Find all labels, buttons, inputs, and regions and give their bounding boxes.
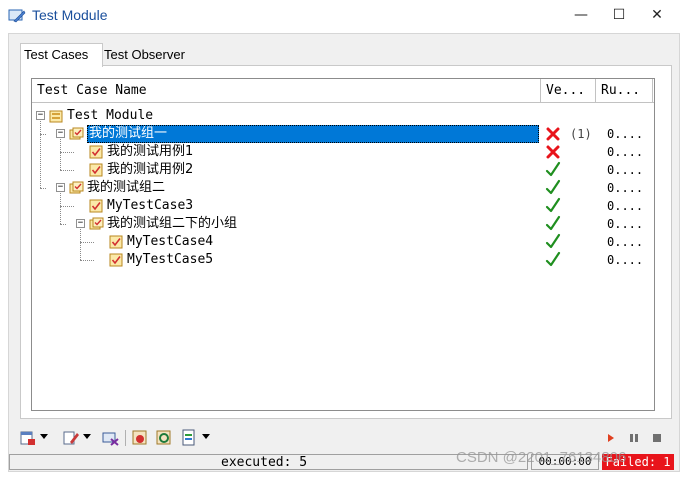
test-case-icon — [109, 235, 123, 249]
runtime-value: 0.... — [607, 127, 644, 141]
app-icon — [8, 9, 26, 23]
tab-test-cases[interactable]: Test Cases — [20, 43, 103, 67]
verdict-pass-icon — [545, 251, 561, 267]
refresh-test-icon[interactable] — [155, 429, 173, 447]
node-name: Test Module — [67, 108, 154, 123]
test-case-icon — [89, 163, 103, 177]
tab-test-observer[interactable]: Test Observer — [101, 45, 199, 65]
report-dropdown-icon[interactable] — [202, 434, 210, 439]
edit-test-icon[interactable] — [62, 429, 80, 447]
test-case-icon — [89, 145, 103, 159]
edit-test-dropdown-icon[interactable] — [83, 434, 91, 439]
window-title: Test Module — [32, 7, 108, 23]
test-case-row[interactable]: MyTestCase5 0.... — [32, 251, 654, 269]
watermark-text: CSDN @2201_76134806 — [456, 449, 627, 466]
node-name: 我的测试组二 — [87, 180, 166, 195]
verdict-fail-icon — [546, 127, 560, 141]
verdict-pass-icon — [545, 179, 561, 195]
play-icon[interactable] — [602, 429, 620, 447]
verdict-pass-icon — [545, 161, 561, 177]
runtime-value: 0.... — [607, 253, 644, 267]
list-header: Test Case Name Ve... Ru... — [32, 79, 654, 103]
report-icon[interactable] — [180, 429, 198, 447]
stop-test-icon[interactable] — [131, 429, 149, 447]
verdict-count: (1) — [570, 127, 592, 141]
test-group-icon — [69, 127, 84, 140]
collapse-toggle-icon[interactable]: − — [56, 183, 65, 192]
node-name: MyTestCase5 — [127, 252, 214, 267]
column-header-runtime[interactable]: Ru... — [596, 79, 653, 102]
test-module-icon — [49, 110, 63, 123]
node-name: MyTestCase3 — [107, 198, 194, 213]
collapse-toggle-icon[interactable]: − — [76, 219, 85, 228]
collapse-toggle-icon[interactable]: − — [56, 129, 65, 138]
test-case-icon — [89, 199, 103, 213]
node-name: 我的测试用例2 — [107, 162, 194, 177]
test-group-row[interactable]: − 我的测试组二 0.... — [32, 179, 654, 197]
run-config-icon[interactable] — [102, 429, 120, 447]
verdict-pass-icon — [545, 197, 561, 213]
verdict-pass-icon — [545, 233, 561, 249]
test-case-icon — [109, 253, 123, 267]
test-case-row[interactable]: 我的测试用例1 0.... — [32, 143, 654, 161]
title-bar: Test Module — ☐ ✕ — [0, 0, 685, 32]
maximize-button[interactable]: ☐ — [602, 0, 636, 30]
test-case-row[interactable]: MyTestCase4 0.... — [32, 233, 654, 251]
node-name: 我的测试组二下的小组 — [107, 216, 238, 231]
status-executed: executed: 5 — [221, 455, 308, 470]
test-case-row[interactable]: 我的测试用例2 0.... — [32, 161, 654, 179]
test-case-row[interactable]: MyTestCase3 0.... — [32, 197, 654, 215]
node-name: 我的测试组一 — [87, 125, 539, 143]
column-header-verdict[interactable]: Ve... — [541, 79, 596, 102]
test-cases-panel: Test Case Name Ve... Ru... − Test Module −… — [20, 65, 672, 419]
verdict-fail-icon — [546, 145, 560, 159]
toolbar — [17, 427, 677, 449]
test-module-row[interactable]: − Test Module — [32, 107, 654, 125]
close-button[interactable]: ✕ — [640, 0, 674, 30]
node-name: MyTestCase4 — [127, 234, 214, 249]
test-group-row[interactable]: − 我的测试组一 (1) 0.... — [32, 125, 654, 143]
column-header-name[interactable]: Test Case Name — [32, 79, 541, 102]
status-executed-box: executed: 5 — [9, 454, 528, 470]
add-test-dropdown-icon[interactable] — [40, 434, 48, 439]
pause-icon[interactable] — [625, 429, 643, 447]
runtime-value: 0.... — [607, 163, 644, 177]
verdict-pass-icon — [545, 215, 561, 231]
runtime-value: 0.... — [607, 145, 644, 159]
node-name: 我的测试用例1 — [107, 144, 194, 159]
test-group-icon — [89, 217, 104, 230]
runtime-value: 0.... — [607, 181, 644, 195]
minimize-button[interactable]: — — [564, 0, 598, 30]
test-group-row[interactable]: − 我的测试组二下的小组 0.... — [32, 215, 654, 233]
add-test-icon[interactable] — [19, 429, 37, 447]
runtime-value: 0.... — [607, 235, 644, 249]
collapse-toggle-icon[interactable]: − — [36, 111, 45, 120]
toolbar-separator — [125, 430, 126, 446]
client-area: Test Cases Test Observer Test Case Name … — [8, 33, 680, 472]
runtime-value: 0.... — [607, 199, 644, 213]
stop-icon[interactable] — [648, 429, 666, 447]
test-group-icon — [69, 181, 84, 194]
runtime-value: 0.... — [607, 217, 644, 231]
test-case-list[interactable]: Test Case Name Ve... Ru... − Test Module −… — [31, 78, 655, 411]
